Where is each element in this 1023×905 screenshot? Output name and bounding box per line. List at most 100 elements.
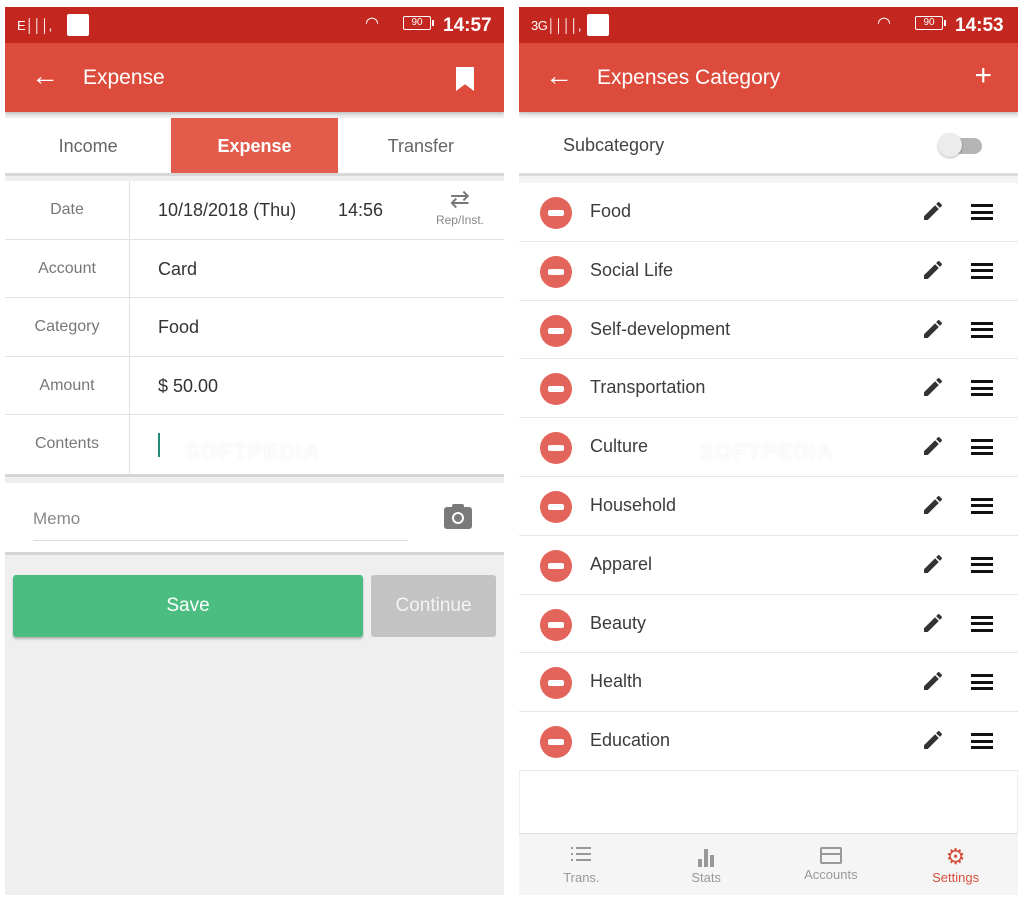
status-bar: 3G││││, ◠ 90 14:53 [519, 7, 1018, 43]
remove-icon[interactable] [540, 549, 572, 582]
arrow-left-icon[interactable]: ← [545, 61, 573, 91]
category-item[interactable]: Food [519, 183, 1018, 242]
subcategory-row: Subcategory [519, 118, 1018, 176]
nav-label: Settings [932, 870, 980, 885]
remove-icon[interactable] [540, 667, 572, 700]
date-value[interactable]: 10/18/2018 (Thu) [158, 200, 296, 220]
card-icon [819, 847, 842, 864]
nav-accounts[interactable]: Accounts [769, 834, 894, 895]
signal-icon: E │││, [17, 18, 52, 33]
subcategory-toggle[interactable] [938, 133, 982, 157]
pencil-icon[interactable] [921, 375, 945, 399]
drag-handle-icon[interactable] [971, 497, 993, 514]
remove-icon[interactable] [540, 490, 572, 523]
drag-handle-icon[interactable] [971, 380, 993, 397]
drag-handle-icon[interactable] [971, 556, 993, 573]
account-field[interactable]: Card [130, 240, 504, 298]
empty-card [519, 770, 1018, 839]
arrow-left-icon[interactable]: ← [31, 61, 59, 91]
drag-handle-icon[interactable] [971, 439, 993, 456]
drag-handle-icon[interactable] [971, 733, 993, 750]
account-label: Account [5, 239, 130, 297]
category-row: Category Food [5, 298, 504, 357]
expense-screen: E │││, ◠ 90 14:57 ← Expense Income Expen… [5, 7, 504, 895]
remove-icon[interactable] [540, 314, 572, 347]
subcategory-label: Subcategory [563, 135, 665, 155]
page-title: Expenses Category [597, 66, 781, 89]
plus-icon[interactable]: + [974, 61, 992, 91]
category-item[interactable]: Beauty [519, 595, 1018, 654]
notification-icon [587, 14, 609, 36]
pencil-icon[interactable] [921, 317, 945, 341]
notification-icon [67, 14, 89, 36]
tab-transfer[interactable]: Transfer [338, 118, 504, 173]
category-item[interactable]: Social Life [519, 242, 1018, 301]
expense-form: Date 10/18/2018 (Thu) 14:56 ⇄ Rep/Inst. … [5, 181, 504, 477]
memo-section: Memo [5, 482, 504, 555]
category-name: Apparel [590, 553, 653, 574]
category-name: Household [590, 494, 677, 515]
category-field[interactable]: Food [130, 298, 504, 356]
nav-stats[interactable]: Stats [644, 834, 769, 895]
battery-icon: 90 [915, 16, 946, 30]
pencil-icon[interactable] [921, 199, 945, 223]
time-value[interactable]: 14:56 [338, 181, 383, 239]
category-name: Transportation [590, 377, 706, 398]
remove-icon[interactable] [540, 726, 572, 759]
pencil-icon[interactable] [921, 258, 945, 282]
pencil-icon[interactable] [921, 728, 945, 752]
drag-handle-icon[interactable] [971, 674, 993, 691]
pencil-icon[interactable] [921, 434, 945, 458]
category-item[interactable]: Apparel [519, 536, 1018, 595]
date-field[interactable]: 10/18/2018 (Thu) 14:56 ⇄ Rep/Inst. [130, 181, 504, 239]
amount-field[interactable]: $ 50.00 [130, 357, 504, 415]
status-time: 14:57 [443, 15, 492, 36]
tab-income[interactable]: Income [5, 118, 171, 173]
bottom-navigation: Trans. Stats Accounts ⚙ Settings [519, 833, 1018, 895]
expenses-category-screen: 3G││││, ◠ 90 14:53 ← Expenses Category +… [519, 7, 1018, 895]
category-item[interactable]: Culture [519, 418, 1018, 477]
remove-icon[interactable] [540, 373, 572, 406]
save-button[interactable]: Save [13, 574, 363, 637]
repeat-button[interactable]: ⇄ Rep/Inst. [436, 188, 484, 228]
camera-icon[interactable] [444, 503, 472, 529]
nav-trans[interactable]: Trans. [519, 834, 644, 895]
drag-handle-icon[interactable] [971, 262, 993, 279]
category-name: Self-development [590, 318, 731, 339]
remove-icon[interactable] [540, 608, 572, 641]
action-buttons: Save Continue [5, 555, 504, 645]
remove-icon[interactable] [540, 255, 572, 288]
bookmark-icon[interactable] [456, 67, 474, 91]
remove-icon[interactable] [540, 197, 572, 229]
transaction-type-tabs: Income Expense Transfer [5, 118, 504, 176]
tab-expense[interactable]: Expense [171, 118, 338, 173]
category-item[interactable]: Household [519, 477, 1018, 536]
account-row: Account Card [5, 239, 504, 298]
category-label: Category [5, 298, 130, 356]
continue-button[interactable]: Continue [371, 574, 496, 637]
pencil-icon[interactable] [921, 669, 945, 693]
category-item[interactable]: Transportation [519, 359, 1018, 419]
status-time: 14:53 [955, 15, 1004, 36]
pencil-icon[interactable] [921, 552, 945, 576]
remove-icon[interactable] [540, 432, 572, 465]
toggle-knob [938, 133, 962, 157]
contents-label: Contents [5, 415, 130, 474]
signal-icon: 3G││││, [531, 18, 581, 33]
nav-settings[interactable]: ⚙ Settings [893, 834, 1018, 895]
category-item[interactable]: Self-development [519, 301, 1018, 360]
memo-input[interactable]: Memo [33, 507, 408, 541]
contents-field[interactable] [130, 415, 504, 474]
drag-handle-icon[interactable] [971, 321, 993, 338]
category-item[interactable]: Education [519, 712, 1018, 771]
repeat-label: Rep/Inst. [435, 213, 484, 227]
category-item[interactable]: Health [519, 653, 1018, 713]
category-name: Health [590, 671, 643, 692]
bar-chart-icon [696, 847, 716, 867]
battery-icon: 90 [403, 16, 434, 30]
pencil-icon[interactable] [921, 611, 945, 635]
pencil-icon[interactable] [921, 493, 945, 517]
drag-handle-icon[interactable] [971, 615, 993, 632]
category-list: Food Social Life Self-development Transport… [519, 183, 1018, 771]
drag-handle-icon[interactable] [971, 204, 993, 220]
